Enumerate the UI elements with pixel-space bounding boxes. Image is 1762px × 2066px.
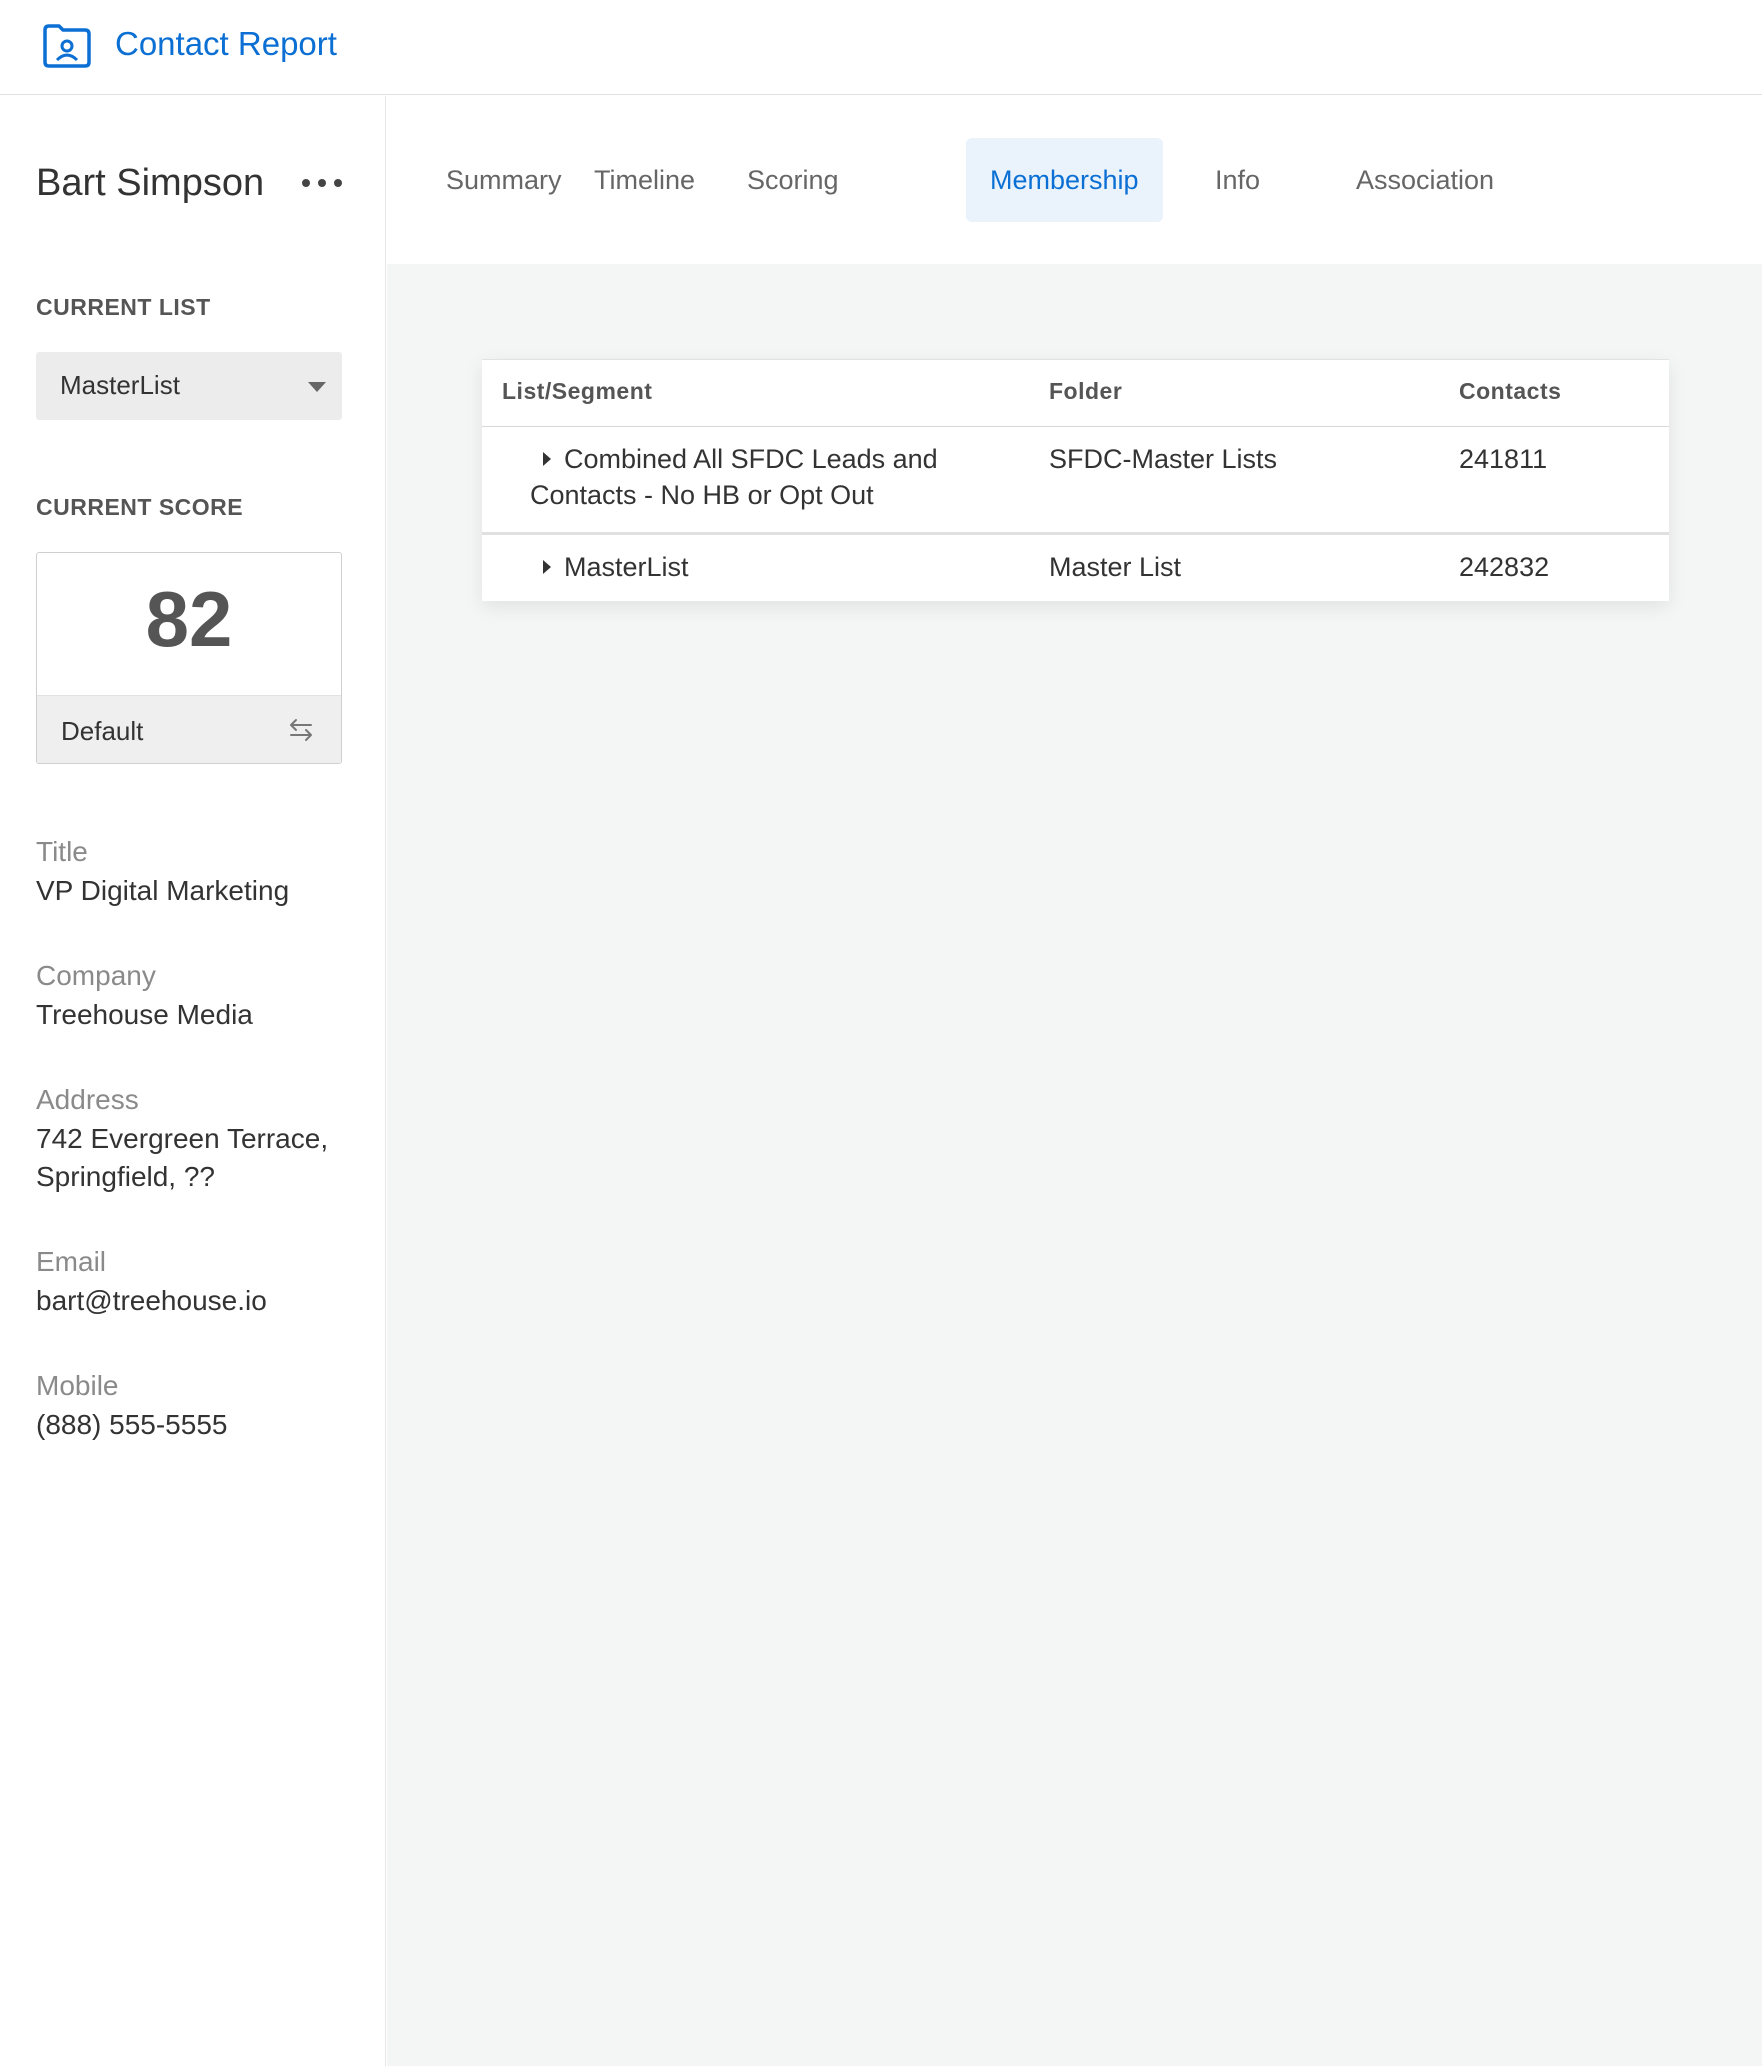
- mobile-label: Mobile: [36, 1370, 119, 1401]
- column-header-folder[interactable]: Folder: [1049, 360, 1122, 426]
- title-label: Title: [36, 836, 88, 867]
- address-value: 742 Evergreen Terrace, Springfield, ??: [36, 1123, 329, 1192]
- more-options-icon[interactable]: [302, 168, 342, 198]
- contact-name: Bart Simpson: [36, 162, 265, 204]
- current-list-label: CURRENT LIST: [36, 294, 211, 320]
- contact-folder-icon: [43, 24, 91, 68]
- row-divider: [482, 532, 1669, 535]
- email-value: bart@treehouse.io: [36, 1285, 267, 1316]
- row-list-name: Combined All SFDC Leads and: [564, 444, 938, 474]
- swap-icon[interactable]: [287, 716, 315, 744]
- company-label: Company: [36, 960, 156, 991]
- mobile-value: (888) 555-5555: [36, 1409, 228, 1440]
- score-model-bar: Default: [37, 695, 341, 763]
- chevron-down-icon: [308, 382, 326, 392]
- company-value: Treehouse Media: [36, 999, 253, 1030]
- tab-association[interactable]: Association: [1332, 138, 1518, 222]
- tab-bar: Summary Timeline Scoring Membership Info…: [387, 96, 1762, 264]
- score-card: 82 Default: [36, 552, 342, 764]
- current-list-select[interactable]: MasterList: [36, 352, 342, 420]
- column-header-contacts[interactable]: Contacts: [1459, 360, 1561, 426]
- app-title: Contact Report: [115, 25, 337, 62]
- tab-scoring[interactable]: Scoring: [723, 138, 863, 222]
- row-contacts: 242832: [1459, 552, 1550, 582]
- address-label: Address: [36, 1084, 139, 1115]
- row-list-name-continued: Contacts - No HB or Opt Out: [530, 480, 874, 510]
- expand-arrow-icon[interactable]: [543, 452, 551, 466]
- tab-membership[interactable]: Membership: [966, 138, 1163, 222]
- tab-timeline[interactable]: Timeline: [570, 138, 719, 222]
- membership-table: List/Segment Folder Contacts Combined Al…: [482, 359, 1669, 601]
- title-value: VP Digital Marketing: [36, 875, 290, 906]
- current-score-label: CURRENT SCORE: [36, 494, 244, 520]
- score-value: 82: [145, 575, 233, 663]
- score-model-label: Default: [61, 716, 144, 746]
- row-list-name: MasterList: [564, 552, 689, 582]
- expand-arrow-icon[interactable]: [543, 560, 551, 574]
- column-header-list-segment[interactable]: List/Segment: [502, 360, 652, 426]
- app-header: Contact Report: [0, 0, 1762, 95]
- tab-summary[interactable]: Summary: [422, 138, 586, 222]
- header-divider: [482, 426, 1669, 427]
- contact-sidebar: Bart Simpson CURRENT LIST MasterList CUR…: [0, 96, 386, 2066]
- tab-info[interactable]: Info: [1191, 138, 1284, 222]
- email-label: Email: [36, 1246, 107, 1277]
- row-folder: Master List: [1049, 552, 1182, 582]
- current-list-value: MasterList: [60, 370, 180, 400]
- row-folder: SFDC-Master Lists: [1049, 444, 1278, 474]
- row-contacts: 241811: [1459, 444, 1548, 474]
- membership-panel: List/Segment Folder Contacts Combined Al…: [387, 264, 1762, 2066]
